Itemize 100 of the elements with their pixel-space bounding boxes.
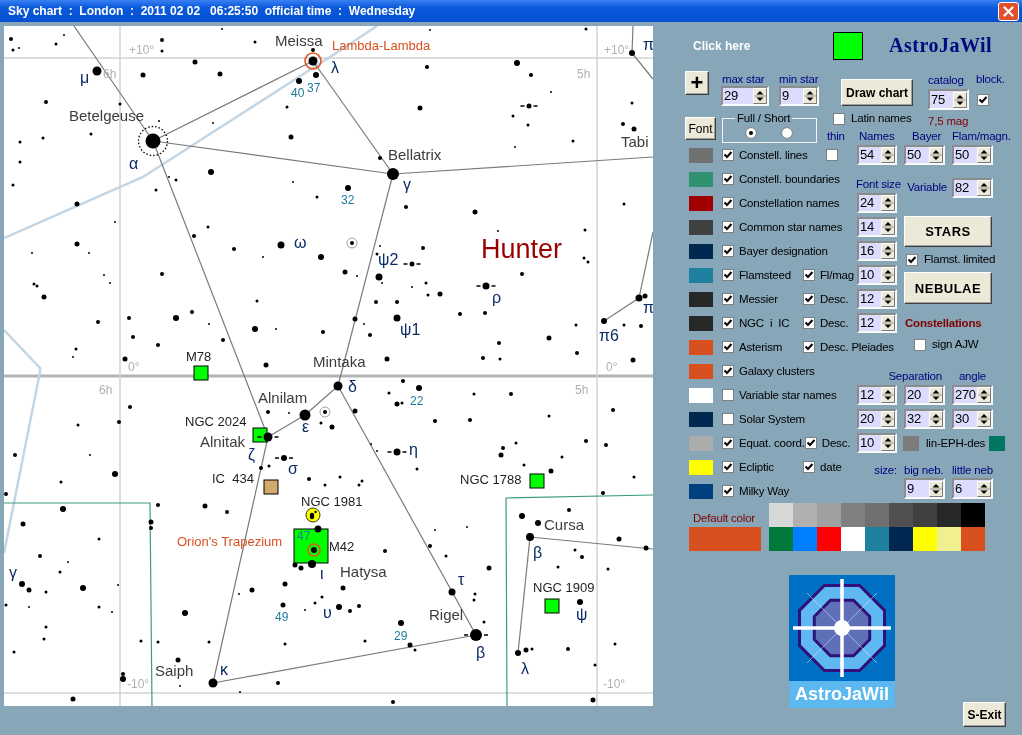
number-field[interactable]: 29 (721, 86, 769, 106)
spin-arrows-icon[interactable] (977, 411, 991, 427)
color-swatch[interactable] (889, 527, 913, 551)
number-field[interactable]: 54 (857, 145, 897, 165)
color-swatch[interactable] (989, 435, 1005, 451)
number-field[interactable]: 75 (928, 89, 969, 110)
spin-arrows-icon[interactable] (977, 480, 991, 497)
plus-button[interactable]: + (685, 71, 709, 95)
checkbox[interactable] (803, 293, 815, 305)
color-swatch[interactable] (689, 435, 713, 451)
spin-arrows-icon[interactable] (977, 147, 991, 163)
spin-arrows-icon[interactable] (881, 267, 895, 283)
color-swatch[interactable] (817, 527, 841, 551)
color-swatch[interactable] (689, 315, 713, 331)
font-button[interactable]: Font (685, 117, 716, 140)
number-field[interactable]: 6 (952, 478, 993, 499)
checkbox[interactable] (803, 461, 815, 473)
spin-arrows-icon[interactable] (753, 88, 767, 104)
spin-arrows-icon[interactable] (977, 180, 991, 196)
color-swatch[interactable] (769, 527, 793, 551)
close-button[interactable] (998, 1, 1019, 21)
color-swatch[interactable] (689, 411, 713, 427)
color-swatch[interactable] (961, 527, 985, 551)
color-swatch[interactable] (689, 171, 713, 187)
color-swatch[interactable] (689, 483, 713, 499)
spin-arrows-icon[interactable] (929, 387, 943, 403)
number-field[interactable]: 12 (857, 313, 897, 333)
color-swatch[interactable] (889, 503, 913, 527)
number-field[interactable]: 9 (904, 478, 945, 499)
number-field[interactable]: 10 (857, 433, 897, 453)
color-swatch[interactable] (689, 243, 713, 259)
exit-button[interactable]: S-Exit (963, 702, 1006, 727)
checkbox[interactable] (977, 93, 989, 106)
checkbox[interactable] (914, 338, 926, 351)
checkbox[interactable] (803, 269, 815, 281)
spin-arrows-icon[interactable] (803, 88, 817, 104)
color-swatch[interactable] (689, 527, 761, 551)
color-swatch[interactable] (865, 527, 889, 551)
color-swatch[interactable] (689, 387, 713, 403)
checkbox[interactable] (722, 173, 734, 185)
checkbox[interactable] (722, 437, 734, 449)
checkbox[interactable] (804, 437, 817, 449)
checkbox[interactable] (722, 461, 734, 473)
checkbox[interactable] (722, 221, 734, 233)
spin-arrows-icon[interactable] (977, 387, 991, 403)
stars-button[interactable]: STARS (904, 216, 992, 247)
number-field[interactable]: 20 (857, 409, 897, 429)
checkbox[interactable] (722, 317, 734, 329)
checkbox[interactable] (722, 389, 734, 401)
color-swatch[interactable] (841, 503, 865, 527)
color-swatch[interactable] (689, 339, 713, 355)
color-swatch[interactable] (689, 267, 713, 283)
radio-button[interactable] (781, 127, 793, 139)
spin-arrows-icon[interactable] (929, 480, 943, 497)
spin-arrows-icon[interactable] (881, 147, 895, 163)
checkbox[interactable] (722, 197, 734, 209)
number-field[interactable]: 30 (952, 409, 993, 429)
number-field[interactable]: 50 (952, 145, 993, 165)
color-swatch[interactable] (689, 219, 713, 235)
spin-arrows-icon[interactable] (881, 387, 895, 403)
nebulae-button[interactable]: NEBULAE (904, 272, 992, 304)
color-swatch[interactable] (769, 503, 793, 527)
color-swatch[interactable] (841, 527, 865, 551)
checkbox[interactable] (906, 253, 918, 266)
color-swatch[interactable] (903, 435, 919, 451)
color-swatch[interactable] (689, 147, 713, 163)
spin-arrows-icon[interactable] (881, 411, 895, 427)
number-field[interactable]: 9 (779, 86, 819, 106)
number-field[interactable]: 32 (904, 409, 945, 429)
checkbox[interactable] (722, 269, 734, 281)
color-swatch[interactable] (937, 527, 961, 551)
color-swatch[interactable] (689, 291, 713, 307)
number-field[interactable]: 14 (857, 217, 897, 237)
number-field[interactable]: 270 (952, 385, 993, 405)
checkbox[interactable] (722, 341, 734, 353)
spin-arrows-icon[interactable] (881, 291, 895, 307)
number-field[interactable]: 20 (904, 385, 945, 405)
color-swatch[interactable] (865, 503, 889, 527)
color-swatch[interactable] (913, 527, 937, 551)
color-swatch[interactable] (793, 503, 817, 527)
checkbox[interactable] (826, 149, 838, 161)
number-field[interactable]: 12 (857, 385, 897, 405)
checkbox[interactable] (722, 149, 734, 161)
number-field[interactable]: 24 (857, 193, 897, 213)
radio-button[interactable] (745, 127, 757, 139)
checkbox[interactable] (722, 293, 734, 305)
spin-arrows-icon[interactable] (881, 435, 895, 451)
color-swatch[interactable] (913, 503, 937, 527)
spin-arrows-icon[interactable] (953, 91, 967, 108)
checkbox[interactable] (833, 112, 845, 125)
color-swatch[interactable] (689, 459, 713, 475)
checkbox[interactable] (722, 413, 734, 425)
spin-arrows-icon[interactable] (881, 315, 895, 331)
checkbox[interactable] (803, 317, 815, 329)
spin-arrows-icon[interactable] (929, 147, 943, 163)
checkbox[interactable] (722, 245, 734, 257)
spin-arrows-icon[interactable] (881, 219, 895, 235)
color-swatch[interactable] (817, 503, 841, 527)
color-swatch[interactable] (793, 527, 817, 551)
color-swatch[interactable] (689, 363, 713, 379)
